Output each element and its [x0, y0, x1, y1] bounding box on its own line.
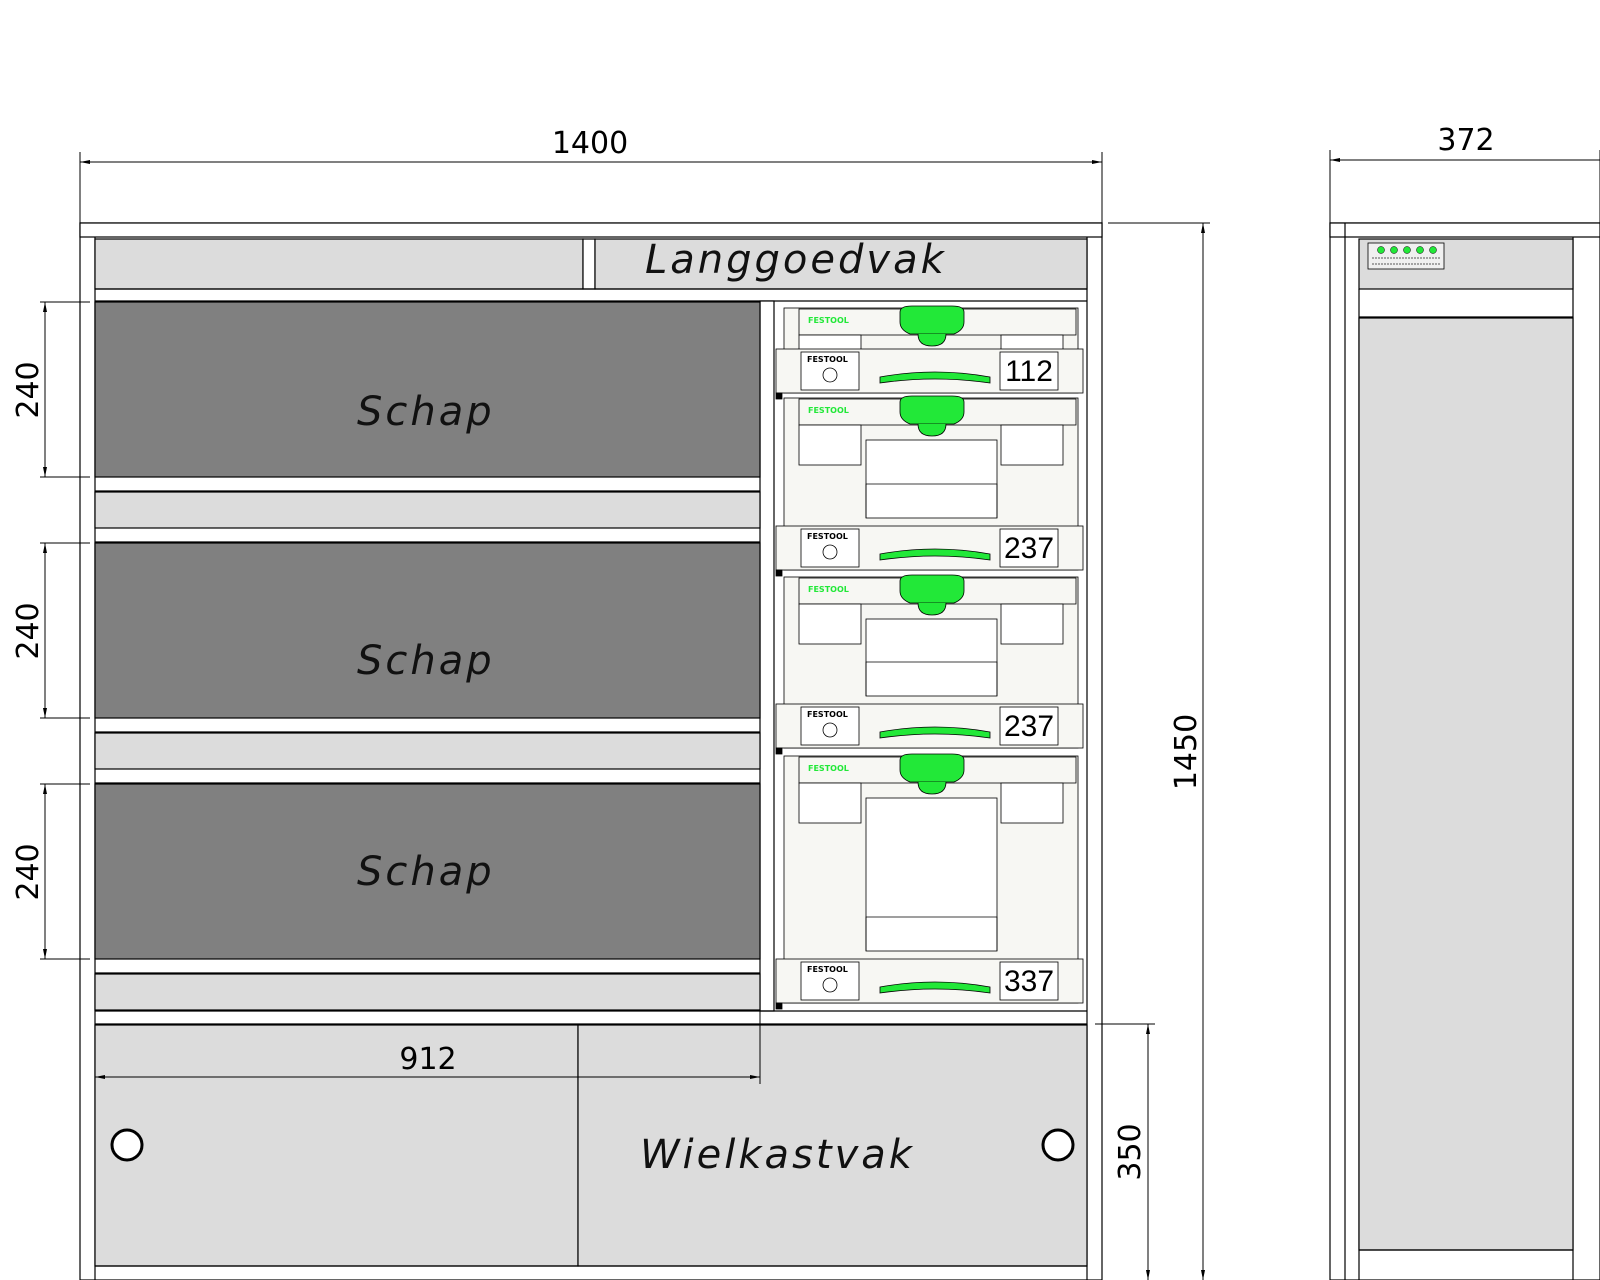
systainer-1: FESTOOL FESTOOL 112	[775, 305, 1084, 400]
lock-icon	[822, 722, 838, 738]
latch-left	[798, 603, 862, 645]
foot-marker	[775, 392, 783, 400]
systainer-size-label: 237	[1004, 532, 1054, 565]
systainer-brand-top: FESTOOL	[808, 764, 849, 773]
systainer-recess	[865, 797, 998, 952]
stamp-dot-icon	[1377, 246, 1385, 254]
systainer-brand-front: FESTOOL	[807, 532, 848, 541]
systainer-size-label: 337	[1004, 965, 1054, 998]
dim-height-wheel: 350	[1113, 1123, 1148, 1180]
foot-marker	[775, 747, 783, 755]
systainer-brand-front: FESTOOL	[807, 965, 848, 974]
latch-right	[1000, 424, 1064, 466]
shelf-2	[94, 542, 761, 719]
dim-width-partition: 912	[399, 1042, 456, 1077]
wielkastvak-label: Wielkastvak	[640, 1132, 915, 1178]
dim-height-total: 1450	[1169, 714, 1204, 790]
dim-width-side: 372	[1437, 123, 1494, 158]
systainer-size-label: 237	[1004, 710, 1054, 743]
dim-shelf-3: 240	[11, 843, 46, 900]
systainer-size-label: 112	[1005, 355, 1053, 388]
systainer-brand-top: FESTOOL	[808, 406, 849, 415]
dim-width-front: 1400	[552, 126, 628, 161]
top-handle-icon	[899, 753, 965, 783]
top-handle-icon	[899, 305, 965, 335]
systainer-3: FESTOOL FESTOOL 237	[775, 574, 1084, 755]
top-handle-icon	[899, 574, 965, 604]
lock-icon	[822, 977, 838, 993]
side-main-panel	[1358, 317, 1574, 1251]
side-view	[1329, 222, 1600, 1280]
langgoed-panel-left	[94, 238, 584, 290]
lock-icon	[822, 367, 838, 383]
systainer-brand-top: FESTOOL	[808, 585, 849, 594]
side-top-panel	[1329, 222, 1600, 238]
foot-marker	[775, 1002, 783, 1010]
latch-right	[1000, 782, 1064, 824]
shelf-panel-3	[94, 973, 761, 1011]
shelf-panel-2	[94, 732, 761, 770]
lock-icon	[822, 544, 838, 560]
shelf-label-2: Schap	[357, 638, 495, 684]
latch-left	[798, 424, 862, 466]
latch-left	[798, 782, 862, 824]
langgoedvak-label: Langgoedvak	[645, 237, 947, 283]
systainer-recess	[865, 618, 998, 697]
latch-right	[1000, 603, 1064, 645]
wheel-panel-left	[94, 1024, 579, 1267]
systainer-brand-front: FESTOOL	[807, 355, 848, 364]
dim-shelf-1: 240	[11, 361, 46, 418]
shelf-panel-1	[94, 491, 761, 529]
langgoed-divider	[582, 238, 596, 290]
systainer-recess	[865, 439, 998, 519]
top-handle-icon	[899, 395, 965, 425]
stamp-dot-icon	[1429, 246, 1437, 254]
systainer-4: FESTOOL FESTOOL 337	[775, 753, 1084, 1010]
stamp-dot-icon	[1416, 246, 1424, 254]
stamp-dot-icon	[1390, 246, 1398, 254]
handle-hole-left	[110, 1128, 144, 1162]
handle-hole-right	[1041, 1128, 1075, 1162]
shelf-label-3: Schap	[357, 849, 495, 895]
systainer-2: FESTOOL FESTOOL 237	[775, 395, 1084, 577]
stamp-dot-icon	[1403, 246, 1411, 254]
dim-shelf-2: 240	[11, 602, 46, 659]
vertical-partition	[759, 300, 775, 1012]
systainer-stack: FESTOOLFESTOOL 112FESTOOLFESTOOL 237FESTOO…	[775, 305, 1084, 1010]
systainer-brand-front: FESTOOL	[807, 710, 848, 719]
systainer-brand-top: FESTOOL	[808, 316, 849, 325]
top-panel	[79, 222, 1103, 238]
cabinet-technical-drawing: FESTOOLFESTOOL 112FESTOOLFESTOOL 237FESTOO…	[11, 123, 1600, 1280]
shelf-label-1: Schap	[357, 389, 495, 435]
foot-marker	[775, 569, 783, 577]
